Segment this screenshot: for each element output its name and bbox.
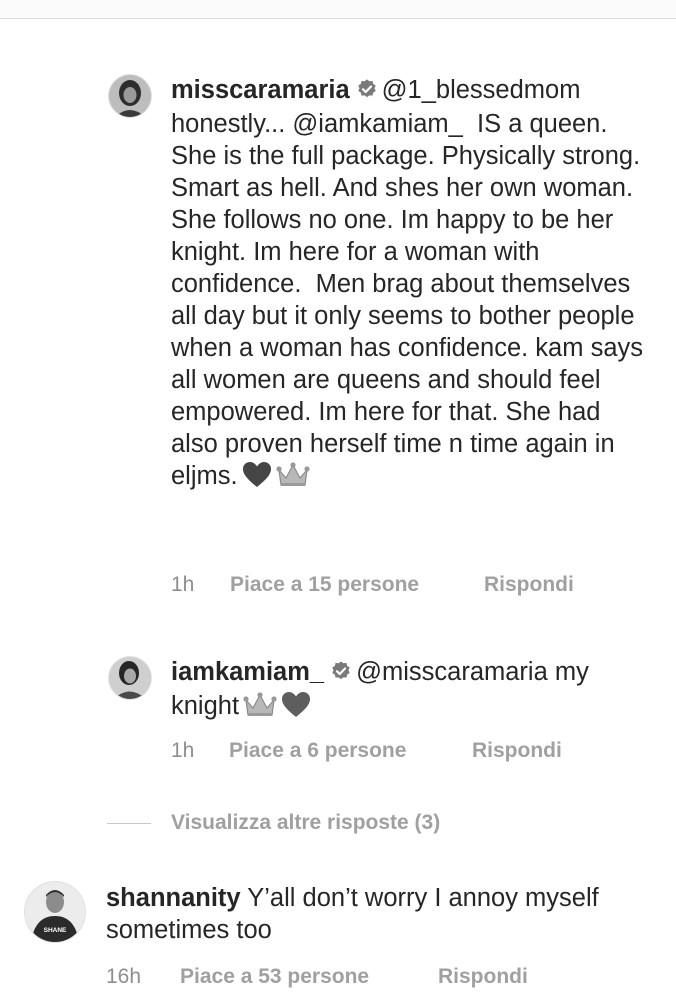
likes-button[interactable]: Piace a 53 persone <box>180 965 369 989</box>
crown-icon <box>243 691 277 727</box>
avatar-shirt-text: SHANE <box>44 927 67 934</box>
top-divider <box>0 18 676 19</box>
comment-misscaramaria: misscaramaria @1_blessedmom honestly... @… <box>171 74 649 497</box>
reply-button[interactable]: Rispondi <box>438 965 528 989</box>
comment-shannanity: shannanity Y’all don’t worry I annoy mys… <box>106 882 626 946</box>
avatar-iamkamiam[interactable] <box>108 656 152 700</box>
view-more-replies-button[interactable]: Visualizza altre risposte (3) <box>171 811 440 835</box>
comment-username[interactable]: iamkamiam_ <box>171 658 324 686</box>
replies-divider <box>107 823 151 824</box>
comment-body: @1_blessedmom honestly... @iamkamiam_ IS… <box>171 76 651 490</box>
timestamp: 1h <box>171 739 195 762</box>
comment-iamkamiam: iamkamiam_ @misscaramaria my knight <box>171 656 649 727</box>
top-bar <box>0 0 676 18</box>
comment-username[interactable]: misscaramaria <box>171 76 350 104</box>
avatar-image: SHANE <box>25 882 85 942</box>
reply-button[interactable]: Rispondi <box>484 573 574 597</box>
comment-meta-shannanity: 16h Piace a 53 persone Rispondi <box>106 965 666 991</box>
heart-icon <box>281 691 311 727</box>
likes-button[interactable]: Piace a 6 persone <box>229 739 406 763</box>
comment-meta-iamkamiam: 1h Piace a 6 persone Rispondi <box>171 739 651 765</box>
avatar-shannanity[interactable]: SHANE <box>24 881 86 943</box>
avatar-image <box>109 75 151 117</box>
likes-button[interactable]: Piace a 15 persone <box>230 573 419 597</box>
verified-badge-icon <box>356 76 378 108</box>
avatar-misscaramaria[interactable] <box>108 74 152 118</box>
reply-button[interactable]: Rispondi <box>472 739 562 763</box>
timestamp: 16h <box>106 965 142 988</box>
comment-meta-misscaramaria: 1h Piace a 15 persone Rispondi <box>171 573 651 599</box>
comment-username[interactable]: shannanity <box>106 884 241 912</box>
timestamp: 1h <box>171 573 195 596</box>
heart-icon <box>242 461 272 497</box>
avatar-image <box>109 657 151 699</box>
crown-icon <box>275 461 310 497</box>
verified-badge-icon <box>330 658 352 690</box>
